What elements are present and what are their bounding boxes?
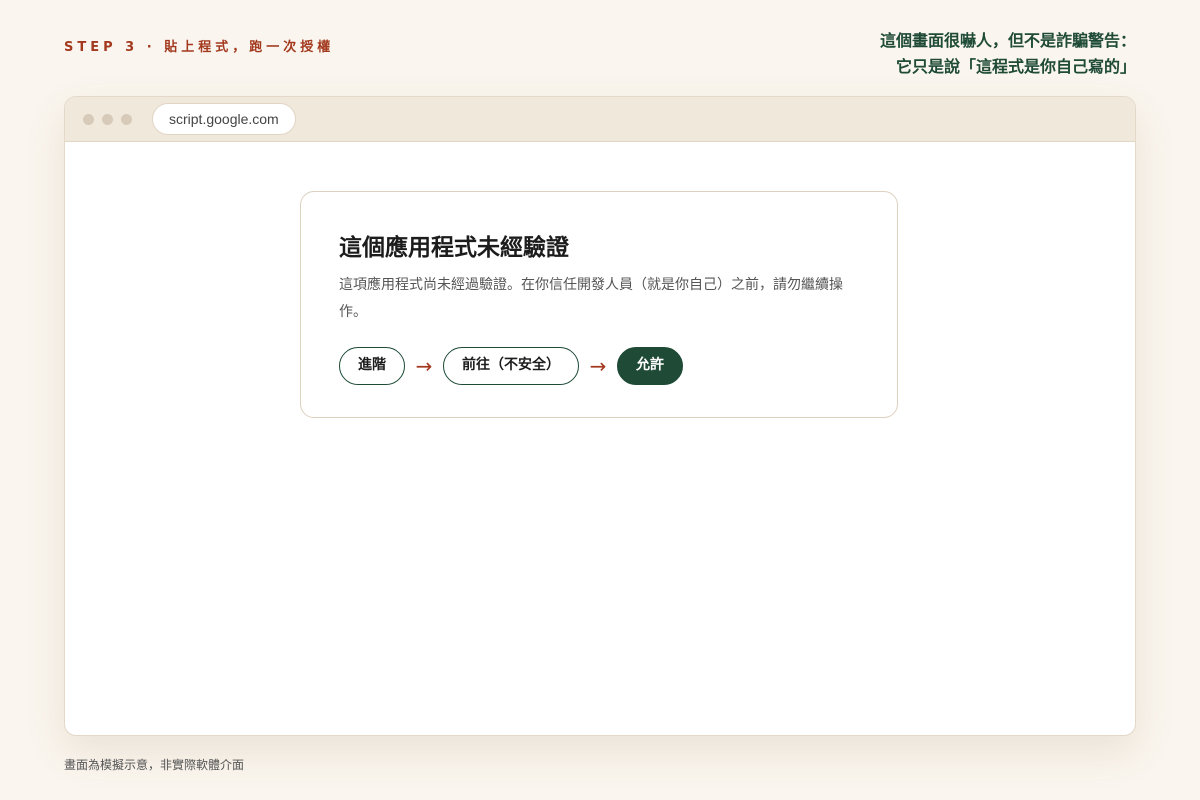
window-dot-icon — [121, 114, 132, 125]
explanation-note-line-2: 它只是說「這程式是你自己寫的」 — [895, 57, 1136, 76]
dialog-title: 這個應用程式未經驗證 — [339, 234, 569, 261]
unverified-app-dialog: 這個應用程式未經驗證 這項應用程式尚未經過驗證。在你信任開發人員（就是你自己）之… — [300, 191, 898, 418]
step-label: STEP 3 · 貼上程式，跑一次授權 — [64, 40, 335, 55]
window-dot-icon — [83, 114, 94, 125]
address-bar[interactable]: script.google.com — [152, 103, 296, 135]
right-arrow-icon: → — [589, 354, 607, 378]
browser-toolbar: script.google.com — [65, 97, 1135, 142]
simulation-disclaimer: 畫面為模擬示意，非實際軟體介面 — [64, 758, 245, 772]
authorization-steps: 進階 → 前往（不安全） → 允許 — [339, 347, 683, 385]
advanced-button[interactable]: 進階 — [339, 347, 405, 385]
explanation-note: 這個畫面很嚇人，但不是詐騙警告： 它只是說「這程式是你自己寫的」 — [880, 28, 1136, 80]
explanation-note-line-1: 這個畫面很嚇人，但不是詐騙警告： — [879, 31, 1136, 50]
right-arrow-icon: → — [415, 354, 433, 378]
window-dot-icon — [102, 114, 113, 125]
go-unsafe-button[interactable]: 前往（不安全） — [443, 347, 579, 385]
dialog-message: 這項應用程式尚未經過驗證。在你信任開發人員（就是你自己）之前，請勿繼續操作。 — [339, 277, 843, 320]
browser-window: script.google.com 這個應用程式未經驗證 這項應用程式尚未經過驗… — [64, 96, 1136, 736]
allow-button[interactable]: 允許 — [617, 347, 683, 385]
